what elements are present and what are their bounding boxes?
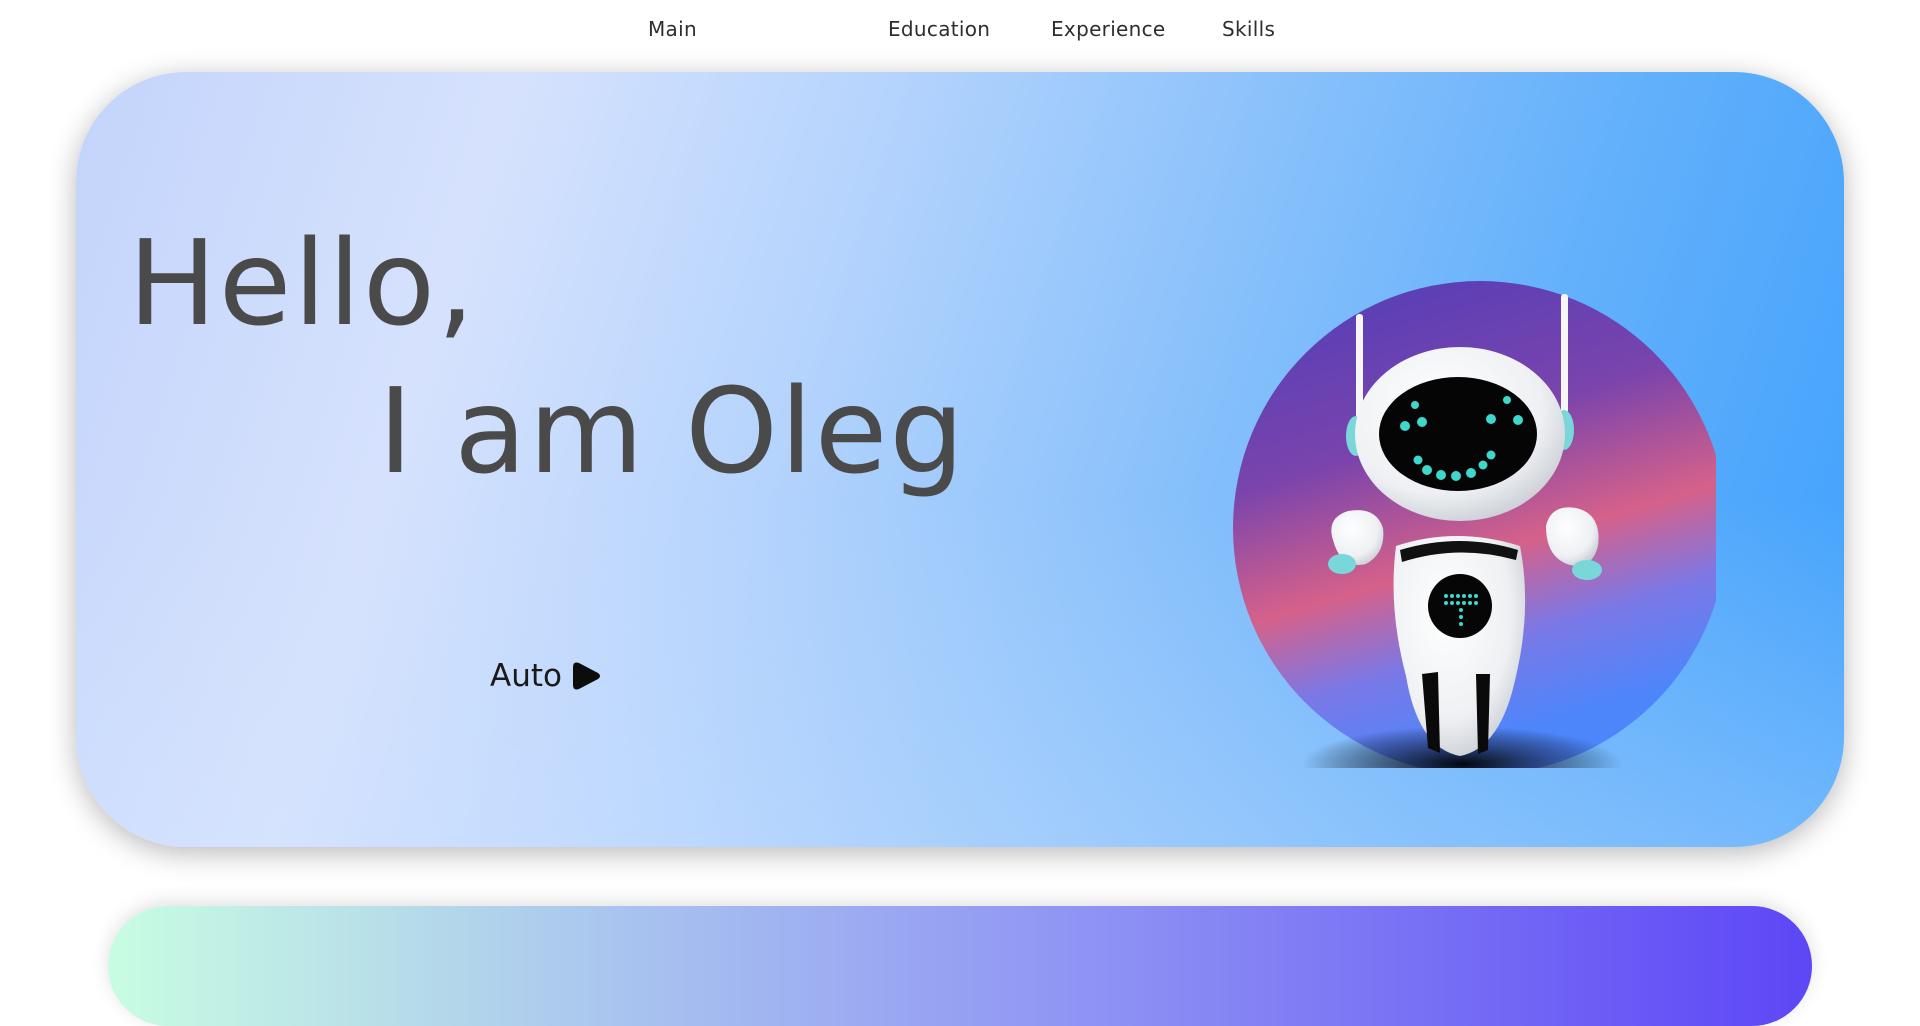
robot-illustration: [1233, 281, 1716, 768]
nav-item-skills[interactable]: Skills: [1222, 17, 1275, 41]
play-icon: [572, 662, 600, 690]
auto-play-button[interactable]: Auto: [490, 658, 602, 694]
next-section-card: [108, 906, 1812, 1026]
hero-card: Hello, I am Oleg Auto: [76, 72, 1844, 847]
hero-name: I am Oleg: [378, 362, 967, 500]
auto-play-label: Auto: [490, 658, 562, 694]
nav-item-education[interactable]: Education: [888, 17, 990, 41]
nav-item-main[interactable]: Main: [648, 17, 697, 41]
top-navigation: Main Education Experience Skills: [0, 0, 1920, 60]
hero-greeting: Hello,: [128, 214, 477, 352]
nav-item-experience[interactable]: Experience: [1051, 17, 1166, 41]
